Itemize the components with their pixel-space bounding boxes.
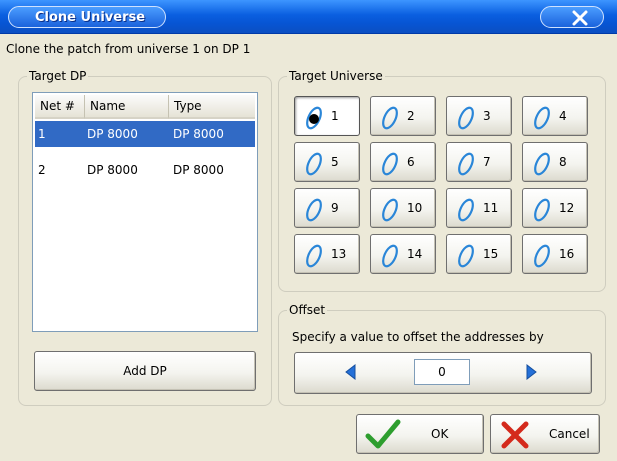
- universe-button-14[interactable]: 14: [370, 234, 436, 274]
- radio-unselected-icon: [534, 198, 550, 222]
- cell-net: 2: [38, 163, 46, 177]
- title-tab: Clone Universe: [8, 6, 166, 28]
- universe-number: 7: [483, 155, 491, 169]
- cell-name: DP 8000: [87, 163, 138, 177]
- column-net[interactable]: Net #: [35, 95, 85, 119]
- window-title: Clone Universe: [35, 10, 146, 25]
- universe-number: 10: [407, 201, 423, 215]
- universe-number: 15: [483, 247, 499, 261]
- universe-number: 12: [559, 201, 575, 215]
- universe-number: 9: [331, 201, 339, 215]
- offset-input[interactable]: 0: [414, 359, 470, 385]
- universe-number: 3: [483, 109, 491, 123]
- radio-unselected-icon: [534, 152, 550, 176]
- radio-selected-icon: [306, 106, 322, 130]
- cell-name: DP 8000: [87, 127, 138, 141]
- universe-button-1[interactable]: 1: [294, 96, 360, 136]
- universe-button-3[interactable]: 3: [446, 96, 512, 136]
- radio-unselected-icon: [534, 106, 550, 130]
- dialog-description: Clone the patch from universe 1 on DP 1: [6, 42, 251, 56]
- universe-number: 8: [559, 155, 567, 169]
- title-bar: Clone Universe: [0, 0, 617, 34]
- cell-type: DP 8000: [173, 127, 224, 141]
- universe-button-8[interactable]: 8: [522, 142, 588, 182]
- radio-unselected-icon: [382, 198, 398, 222]
- universe-number: 16: [559, 247, 575, 261]
- cancel-x-icon: [501, 421, 529, 449]
- universe-button-6[interactable]: 6: [370, 142, 436, 182]
- radio-unselected-icon: [306, 244, 322, 268]
- offset-label: Offset: [287, 303, 328, 317]
- ok-label: OK: [431, 427, 449, 441]
- universe-button-4[interactable]: 4: [522, 96, 588, 136]
- universe-number: 14: [407, 247, 423, 261]
- close-icon: [572, 10, 588, 26]
- radio-unselected-icon: [458, 244, 474, 268]
- universe-number: 2: [407, 109, 415, 123]
- table-row[interactable]: 2 DP 8000 DP 8000: [35, 157, 255, 183]
- radio-unselected-icon: [306, 198, 322, 222]
- universe-button-9[interactable]: 9: [294, 188, 360, 228]
- table-row[interactable]: 1 DP 8000 DP 8000: [35, 121, 255, 147]
- dp-list-header: Net # Name Type: [35, 95, 255, 119]
- universe-button-10[interactable]: 10: [370, 188, 436, 228]
- offset-description: Specify a value to offset the addresses …: [292, 330, 544, 344]
- universe-button-16[interactable]: 16: [522, 234, 588, 274]
- dp-list[interactable]: Net # Name Type 1 DP 8000 DP 8000 2 DP 8…: [32, 92, 258, 332]
- universe-button-7[interactable]: 7: [446, 142, 512, 182]
- universe-button-15[interactable]: 15: [446, 234, 512, 274]
- universe-number: 4: [559, 109, 567, 123]
- column-name[interactable]: Name: [85, 95, 169, 119]
- universe-button-5[interactable]: 5: [294, 142, 360, 182]
- column-type[interactable]: Type: [169, 95, 255, 119]
- increment-arrow-icon[interactable]: [526, 364, 538, 380]
- target-dp-label: Target DP: [27, 69, 89, 83]
- decrement-arrow-icon[interactable]: [344, 364, 356, 380]
- radio-unselected-icon: [382, 106, 398, 130]
- radio-unselected-icon: [458, 106, 474, 130]
- universe-number: 6: [407, 155, 415, 169]
- universe-number: 13: [331, 247, 347, 261]
- checkmark-icon: [365, 419, 401, 449]
- universe-button-2[interactable]: 2: [370, 96, 436, 136]
- cell-type: DP 8000: [173, 163, 224, 177]
- radio-unselected-icon: [382, 244, 398, 268]
- radio-unselected-icon: [382, 152, 398, 176]
- target-universe-label: Target Universe: [287, 69, 385, 83]
- radio-unselected-icon: [458, 152, 474, 176]
- ok-button[interactable]: OK: [356, 414, 484, 454]
- universe-button-11[interactable]: 11: [446, 188, 512, 228]
- universe-number: 1: [331, 109, 339, 123]
- radio-unselected-icon: [534, 244, 550, 268]
- cell-net: 1: [38, 127, 46, 141]
- close-button[interactable]: [540, 6, 604, 28]
- universe-number: 5: [331, 155, 339, 169]
- universe-number: 11: [483, 201, 499, 215]
- universe-button-13[interactable]: 13: [294, 234, 360, 274]
- radio-unselected-icon: [306, 152, 322, 176]
- add-dp-button[interactable]: Add DP: [34, 351, 256, 391]
- radio-unselected-icon: [458, 198, 474, 222]
- cancel-button[interactable]: Cancel: [490, 414, 600, 454]
- universe-button-12[interactable]: 12: [522, 188, 588, 228]
- cancel-label: Cancel: [549, 427, 590, 441]
